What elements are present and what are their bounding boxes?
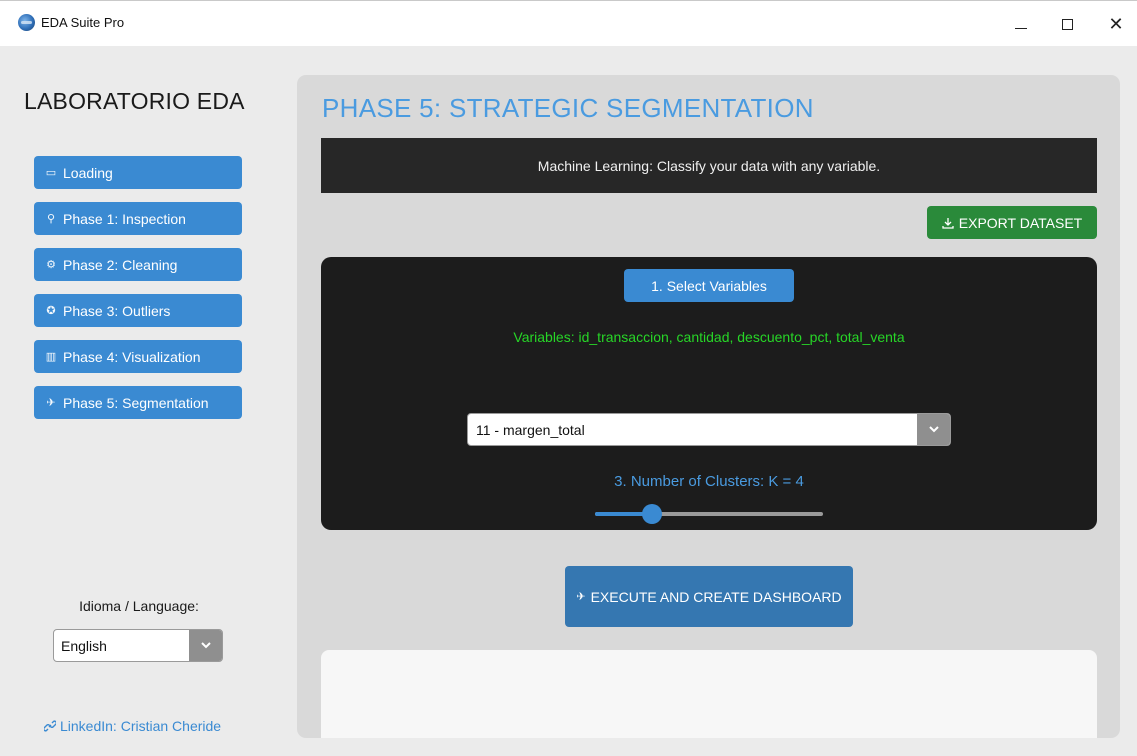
sidebar: LABORATORIO EDA ▭ Loading ⚲ Phase 1: Ins…: [0, 46, 266, 756]
sidebar-item-label: Phase 3: Outliers: [63, 302, 171, 319]
sidebar-item-label: Phase 5: Segmentation: [63, 394, 209, 411]
app-globe-icon: [18, 14, 35, 31]
sidebar-item-label: Phase 1: Inspection: [63, 210, 186, 227]
output-area: [321, 650, 1097, 738]
sidebar-item-phase4[interactable]: ▥ Phase 4: Visualization: [34, 340, 242, 373]
linkedin-label: LinkedIn: Cristian Cheride: [60, 718, 222, 734]
sidebar-item-phase3[interactable]: ✪ Phase 3: Outliers: [34, 294, 242, 327]
download-icon: [942, 217, 954, 229]
config-panel: 1. Select Variables Variables: id_transa…: [321, 257, 1097, 530]
page-title: PHASE 5: STRATEGIC SEGMENTATION: [322, 93, 814, 123]
select-variables-button[interactable]: 1. Select Variables: [624, 269, 794, 302]
link-icon: [44, 720, 56, 732]
target-variable-select[interactable]: 11 - margen_total: [467, 413, 951, 446]
sidebar-brand: LABORATORIO EDA: [24, 88, 245, 114]
search-icon: ⚲: [46, 213, 56, 225]
minimize-icon: [1015, 27, 1027, 29]
rocket-icon: ✈: [576, 591, 586, 603]
maximize-button[interactable]: [1044, 9, 1090, 39]
execute-label: EXECUTE AND CREATE DASHBOARD: [590, 588, 842, 605]
language-label: Idioma / Language:: [79, 598, 199, 614]
folder-icon: ▭: [45, 167, 57, 179]
chevron-down-icon[interactable]: [917, 414, 950, 445]
outliers-icon: ✪: [46, 305, 56, 317]
export-label: EXPORT DATASET: [958, 214, 1083, 231]
clusters-slider-thumb[interactable]: [642, 504, 662, 524]
sidebar-item-label: Phase 4: Visualization: [63, 348, 201, 365]
title-bar: EDA Suite Pro ✕: [0, 0, 1137, 46]
sidebar-item-label: Phase 2: Cleaning: [63, 256, 178, 273]
sidebar-item-phase5[interactable]: ✈ Phase 5: Segmentation: [34, 386, 242, 419]
maximize-icon: [1061, 18, 1073, 30]
sidebar-item-phase2[interactable]: ⚙ Phase 2: Cleaning: [34, 248, 242, 281]
target-variable-value: 11 - margen_total: [476, 421, 585, 438]
close-icon: ✕: [1108, 13, 1124, 35]
rocket-icon: ✈: [46, 397, 56, 409]
sidebar-item-label: Loading: [63, 164, 113, 181]
gear-icon: ⚙: [46, 259, 56, 271]
clusters-slider[interactable]: [595, 504, 823, 524]
window-title: EDA Suite Pro: [41, 15, 125, 30]
clusters-label: 3. Number of Clusters: K = 4: [614, 473, 804, 490]
bar-chart-icon: ▥: [45, 351, 57, 363]
sidebar-item-loading[interactable]: ▭ Loading: [34, 156, 242, 189]
language-value: English: [61, 637, 107, 654]
minimize-button[interactable]: [998, 9, 1044, 39]
sidebar-item-phase1[interactable]: ⚲ Phase 1: Inspection: [34, 202, 242, 235]
execute-dashboard-button[interactable]: ✈ EXECUTE AND CREATE DASHBOARD: [565, 566, 853, 627]
linkedin-link[interactable]: LinkedIn: Cristian Cheride: [44, 718, 221, 734]
main-panel: PHASE 5: STRATEGIC SEGMENTATION Machine …: [297, 75, 1120, 738]
language-select[interactable]: English: [53, 629, 223, 662]
export-dataset-button[interactable]: EXPORT DATASET: [927, 206, 1097, 239]
close-button[interactable]: ✕: [1093, 9, 1137, 39]
chevron-down-icon[interactable]: [189, 630, 222, 661]
info-banner: Machine Learning: Classify your data wit…: [321, 138, 1097, 193]
selected-variables-text: Variables: id_transaccion, cantidad, des…: [513, 329, 905, 345]
